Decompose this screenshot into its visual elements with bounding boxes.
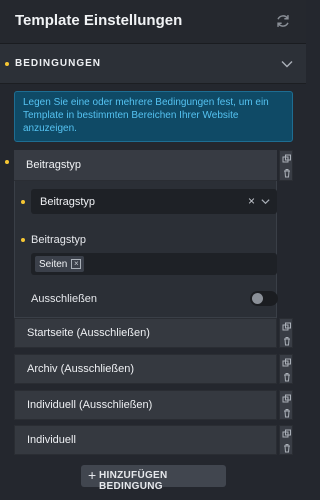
toggle-knob — [252, 293, 263, 304]
panel-header: Template Einstellungen — [0, 0, 306, 44]
condition-title: Beitragstyp — [26, 159, 82, 171]
panel-title: Template Einstellungen — [15, 12, 183, 29]
post-type-tags-input[interactable]: Seiten × — [31, 253, 277, 275]
plus-icon: + — [88, 467, 97, 483]
section-conditions-header[interactable]: BEDINGUNGEN — [0, 44, 306, 84]
add-condition-button[interactable]: + HINZUFÜGEN BEDINGUNG — [81, 465, 226, 492]
card-actions — [279, 150, 293, 181]
condition-row[interactable]: Individuell (Ausschließen) — [14, 390, 277, 420]
row-actions — [279, 354, 293, 384]
section-title: BEDINGUNGEN — [15, 58, 102, 69]
tag-chip: Seiten × — [35, 256, 85, 272]
exclude-toggle[interactable] — [250, 291, 278, 306]
condition-row[interactable]: Archiv (Ausschließen) — [14, 354, 277, 384]
clear-icon[interactable]: × — [248, 194, 255, 208]
row-actions — [279, 425, 293, 455]
delete-icon[interactable] — [282, 372, 292, 382]
add-condition-label: HINZUFÜGEN BEDINGUNG — [99, 470, 168, 492]
remove-tag-icon[interactable]: × — [71, 259, 82, 269]
condition-row-label: Archiv (Ausschließen) — [27, 363, 134, 375]
condition-row-label: Individuell — [27, 434, 76, 446]
changed-indicator-dot — [21, 238, 25, 242]
chevron-down-icon[interactable] — [280, 57, 294, 71]
delete-icon[interactable] — [282, 443, 292, 453]
changed-indicator-dot — [5, 160, 9, 164]
duplicate-icon[interactable] — [282, 358, 292, 368]
row-actions — [279, 318, 293, 348]
post-type-label: Beitragstyp — [31, 234, 87, 246]
info-notice: Legen Sie eine oder mehrere Bedingungen … — [14, 91, 293, 142]
tag-label: Seiten — [39, 258, 68, 270]
duplicate-icon[interactable] — [282, 429, 292, 439]
delete-icon[interactable] — [282, 408, 292, 418]
delete-icon[interactable] — [282, 336, 292, 346]
changed-indicator-dot — [5, 62, 9, 66]
delete-icon[interactable] — [282, 168, 292, 178]
changed-indicator-dot — [21, 200, 25, 204]
select-value: Beitragstyp — [40, 196, 96, 208]
condition-row[interactable]: Individuell — [14, 425, 277, 455]
condition-row-label: Startseite (Ausschließen) — [27, 327, 150, 339]
condition-row-label: Individuell (Ausschließen) — [27, 399, 153, 411]
duplicate-icon[interactable] — [282, 154, 292, 164]
condition-card-header[interactable]: Beitragstyp — [14, 150, 277, 181]
duplicate-icon[interactable] — [282, 322, 292, 332]
condition-type-select[interactable]: Beitragstyp × — [31, 189, 277, 214]
duplicate-icon[interactable] — [282, 394, 292, 404]
exclude-label: Ausschließen — [31, 293, 98, 305]
condition-row[interactable]: Startseite (Ausschließen) — [14, 318, 277, 348]
row-actions — [279, 390, 293, 420]
refresh-icon[interactable] — [274, 12, 292, 30]
chevron-down-icon[interactable] — [260, 196, 271, 207]
